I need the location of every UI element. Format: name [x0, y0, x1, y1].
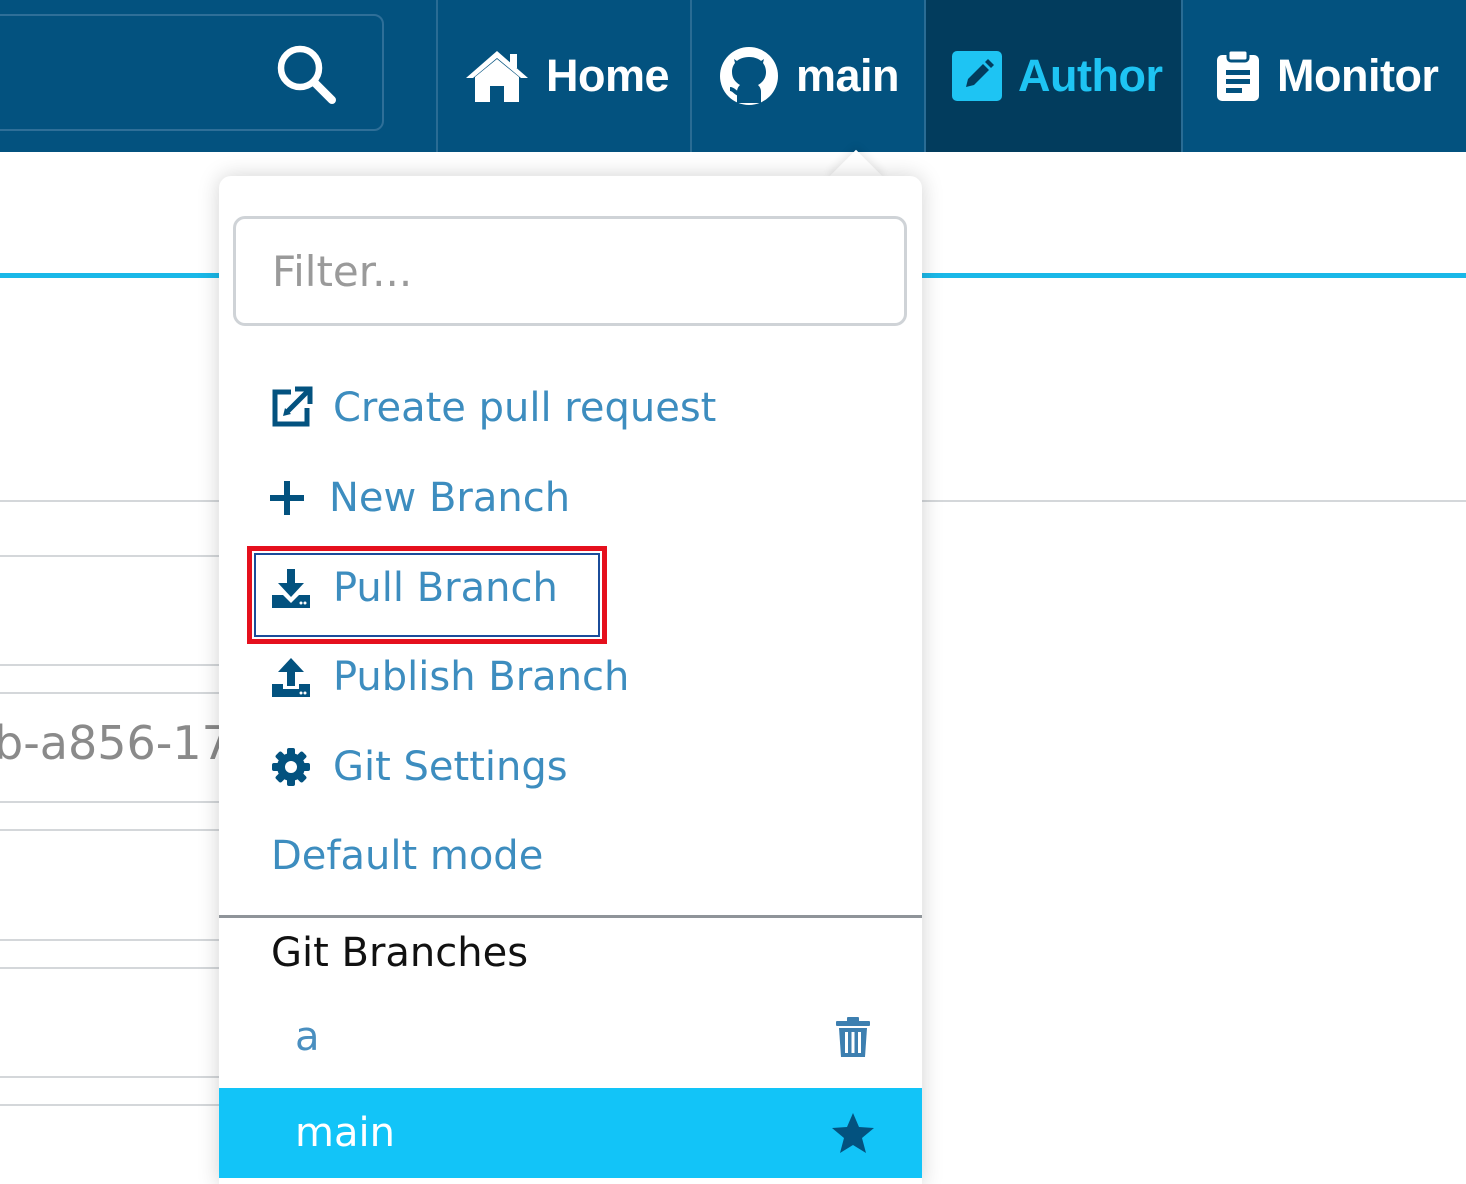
nav-branch-selector[interactable]: main: [692, 0, 924, 152]
default-mode-item[interactable]: Default mode: [271, 824, 543, 888]
star-icon[interactable]: [829, 1109, 877, 1157]
create-pull-request-label: Create pull request: [333, 385, 717, 431]
divider: [0, 967, 230, 969]
publish-branch-item[interactable]: Publish Branch: [267, 645, 629, 709]
create-pull-request-item[interactable]: Create pull request: [267, 376, 716, 440]
branch-row-a[interactable]: a: [219, 992, 922, 1082]
highlight-annotation-box: [247, 546, 607, 644]
divider: [0, 1076, 230, 1078]
nav-author[interactable]: Author: [926, 0, 1181, 152]
divider: [0, 939, 230, 941]
github-icon: [718, 45, 780, 107]
clipboard-icon: [1215, 49, 1261, 103]
trash-icon[interactable]: [829, 1013, 877, 1061]
nav-monitor[interactable]: Monitor: [1183, 0, 1466, 152]
filter-input[interactable]: [233, 216, 907, 326]
nav-branch-label: main: [796, 50, 900, 101]
new-branch-label: New Branch: [329, 475, 571, 521]
publish-branch-label: Publish Branch: [333, 654, 630, 700]
default-mode-label: Default mode: [271, 833, 544, 879]
gear-icon: [267, 743, 315, 791]
branch-name: a: [295, 1014, 320, 1060]
global-search-box[interactable]: [0, 14, 384, 131]
plus-icon: [267, 474, 307, 522]
upload-icon: [267, 653, 315, 701]
divider: [0, 801, 230, 803]
divider: [0, 829, 230, 831]
pencil-square-icon: [952, 51, 1002, 101]
branch-name: main: [295, 1110, 395, 1156]
git-settings-label: Git Settings: [333, 744, 568, 790]
external-link-icon: [267, 384, 315, 432]
dropdown-divider: [219, 915, 922, 918]
tab-underline: [915, 273, 1466, 278]
nav-monitor-label: Monitor: [1277, 50, 1439, 101]
top-navigation-bar: Home main Author Monitor: [0, 0, 1466, 152]
git-branch-dropdown: Create pull request New Branch Pull Bran…: [219, 176, 922, 1184]
branch-row-main[interactable]: main: [219, 1088, 922, 1178]
divider: [0, 664, 230, 666]
nav-author-label: Author: [1018, 50, 1163, 101]
divider: [0, 1104, 230, 1106]
tab-underline: [0, 273, 230, 278]
nav-home[interactable]: Home: [438, 0, 690, 152]
nav-home-label: Home: [546, 50, 670, 101]
divider: [0, 692, 230, 694]
background-id-field: b-a856-17: [0, 716, 231, 770]
divider: [0, 555, 230, 557]
git-branches-heading: Git Branches: [271, 930, 529, 976]
home-icon: [464, 48, 530, 104]
new-branch-item[interactable]: New Branch: [267, 466, 570, 530]
search-icon[interactable]: [274, 42, 338, 106]
git-settings-item[interactable]: Git Settings: [267, 735, 568, 799]
